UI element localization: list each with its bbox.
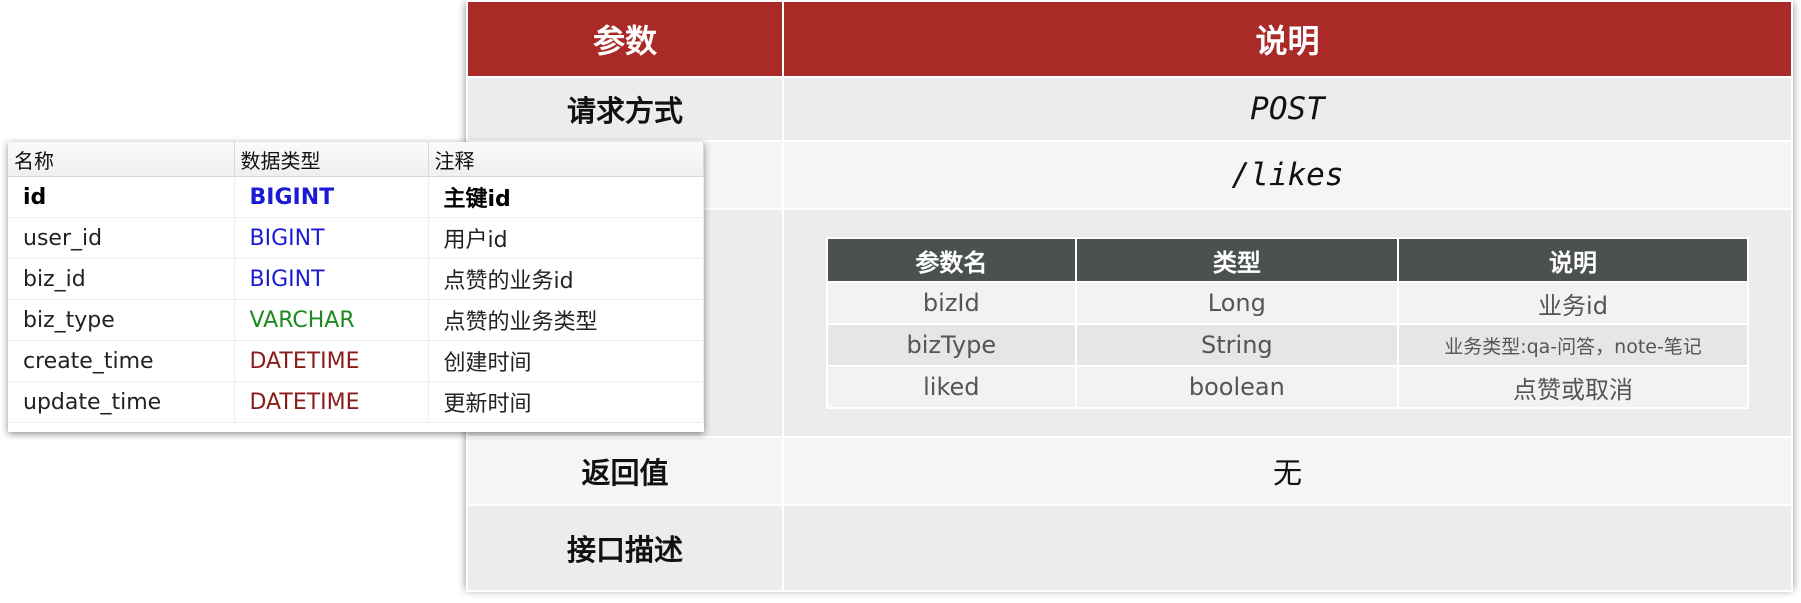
field-name: create_time	[8, 340, 235, 382]
params-row: liked boolean 点赞或取消	[826, 365, 1749, 409]
param-desc: 点赞或取消	[1397, 365, 1749, 409]
column-header-type[interactable]: 数据类型	[234, 142, 429, 177]
field-comment: 创建时间	[428, 340, 704, 382]
return-value-label: 返回值	[466, 436, 784, 506]
request-method-label: 请求方式	[466, 76, 784, 142]
api-description-label: 接口描述	[466, 504, 784, 592]
param-type: String	[1074, 323, 1400, 367]
header-param: 参数	[466, 0, 784, 78]
params-header-name: 参数名	[826, 237, 1077, 283]
param-type: boolean	[1074, 365, 1400, 409]
field-type: BIGINT	[234, 176, 429, 218]
field-type: BIGINT	[234, 217, 429, 259]
column-header-comment[interactable]: 注释	[428, 142, 704, 177]
field-name: user_id	[8, 217, 235, 259]
params-header-type: 类型	[1074, 237, 1400, 283]
field-type: DATETIME	[234, 381, 429, 423]
param-type: Long	[1074, 281, 1400, 325]
table-row[interactable]: biz_type VARCHAR 点赞的业务类型	[8, 299, 704, 341]
param-desc: 业务id	[1397, 281, 1749, 325]
db-schema-panel: 名称 数据类型 注释 id BIGINT 主键id user_id BIGINT…	[8, 142, 704, 432]
field-name: update_time	[8, 381, 235, 423]
field-name: biz_id	[8, 258, 235, 300]
table-row[interactable]: id BIGINT 主键id	[8, 176, 704, 218]
param-name: bizType	[826, 323, 1077, 367]
field-comment: 点赞的业务类型	[428, 299, 704, 341]
field-comment: 主键id	[428, 176, 704, 218]
request-method-value: POST	[782, 76, 1793, 142]
params-header-desc: 说明	[1397, 237, 1749, 283]
column-header-name[interactable]: 名称	[8, 142, 235, 177]
table-row[interactable]: biz_id BIGINT 点赞的业务id	[8, 258, 704, 300]
api-description-value	[782, 504, 1793, 592]
param-name: bizId	[826, 281, 1077, 325]
request-path-value: /likes	[782, 140, 1793, 210]
param-desc: 业务类型:qa-问答，note-笔记	[1397, 323, 1749, 367]
params-table: 参数名 类型 说明 bizId Long 业务id bizType String…	[826, 237, 1749, 409]
field-name: biz_type	[8, 299, 235, 341]
params-row: bizId Long 业务id	[826, 281, 1749, 325]
field-type: BIGINT	[234, 258, 429, 300]
field-comment: 用户id	[428, 217, 704, 259]
header-desc: 说明	[782, 0, 1793, 78]
field-type: DATETIME	[234, 340, 429, 382]
field-comment: 更新时间	[428, 381, 704, 423]
row-request-method: 请求方式 POST	[466, 76, 1793, 142]
request-params-cell: 参数名 类型 说明 bizId Long 业务id bizType String…	[782, 208, 1793, 438]
return-value: 无	[782, 436, 1793, 506]
table-row[interactable]: user_id BIGINT 用户id	[8, 217, 704, 259]
table-row[interactable]: update_time DATETIME 更新时间	[8, 381, 704, 423]
params-row: bizType String 业务类型:qa-问答，note-笔记	[826, 323, 1749, 367]
param-name: liked	[826, 365, 1077, 409]
table-row[interactable]: create_time DATETIME 创建时间	[8, 340, 704, 382]
field-type: VARCHAR	[234, 299, 429, 341]
field-comment: 点赞的业务id	[428, 258, 704, 300]
row-api-description: 接口描述	[466, 504, 1793, 592]
field-name: id	[8, 176, 235, 218]
row-return-value: 返回值 无	[466, 436, 1793, 506]
